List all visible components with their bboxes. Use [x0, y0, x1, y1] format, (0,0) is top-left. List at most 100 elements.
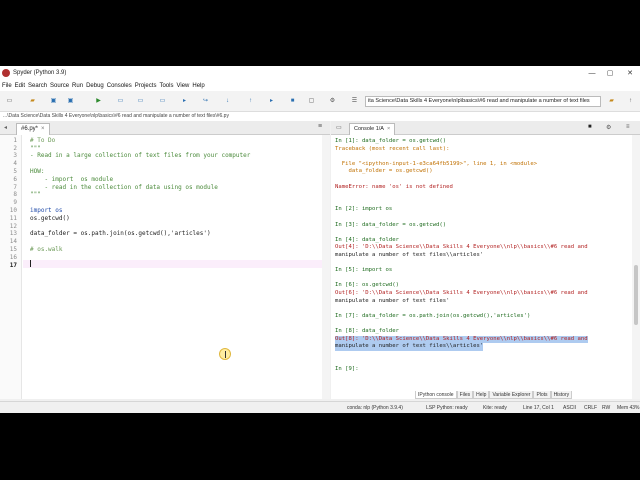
console-line: Traceback (most recent call last): [335, 145, 450, 152]
menu-debug[interactable]: Debug [86, 83, 104, 89]
line-number: 10 [9, 207, 17, 214]
run-selection-icon[interactable]: ▭ [158, 97, 167, 105]
line-number: 14 [9, 238, 17, 246]
line-number: 1 [13, 136, 17, 144]
console-line: In [5]: import os [335, 267, 393, 274]
close-button[interactable]: ✕ [620, 66, 640, 80]
stop-kernel-icon[interactable]: ■ [588, 124, 592, 130]
console-line: In [1]: data_folder = os.getcwd() [335, 138, 447, 144]
continue-icon[interactable]: ▸ [267, 97, 276, 105]
maximize-button[interactable]: ▢ [600, 66, 620, 80]
code-line: """ [30, 191, 41, 199]
maximize-pane-icon[interactable]: ▢ [307, 97, 316, 105]
console-line: In [4]: data_folder [335, 236, 399, 243]
code-line: os.getcwd() [30, 214, 70, 222]
console-line: In [6]: os.getcwd() [335, 282, 399, 289]
code-line: # To Do [30, 136, 56, 144]
save-all-icon[interactable]: ▣ [66, 97, 75, 105]
spyder-logo-icon [2, 69, 10, 77]
title-bar: Spyder (Python 3.9) — ▢ ✕ [0, 66, 640, 80]
ipython-console[interactable]: In [1]: data_folder = os.getcwd() Traceba… [331, 135, 632, 399]
toolbar: ▭ ▰ ▣ ▣ ▶ ▭ ▭ ▭ ▸ ↪ ↓ ↑ ▸ ■ ▢ ⚙ ☰ ita Sc… [0, 91, 640, 112]
new-file-icon[interactable]: ▭ [5, 97, 14, 105]
console-line: manipulate a number of text files\\artic… [335, 343, 484, 351]
menu-view[interactable]: View [176, 83, 189, 89]
editor-tab-strip: ◂ #6.py* × ≡ [0, 121, 330, 135]
browse-tabs-icon[interactable]: ◂ [4, 124, 7, 131]
console-tab-close-icon[interactable]: × [387, 126, 390, 132]
stop-debug-icon[interactable]: ■ [288, 97, 297, 105]
python-path-icon[interactable]: ☰ [350, 97, 359, 105]
console-line: manipulate a number of text files\\artic… [335, 252, 484, 258]
console-pane: ▭ Console 1/A × ■ ⚙ ≡ In [1]: data_folder… [331, 121, 640, 399]
code-editor[interactable]: 1 2 3 4 5 6 7 8 9 10 11 12 13 14 15 16 17 # To Do """ - Re… [0, 135, 330, 399]
run-cell-advance-icon[interactable]: ▭ [136, 97, 145, 105]
options-menu-icon[interactable]: ≡ [318, 123, 322, 130]
menu-search[interactable]: Search [28, 83, 47, 89]
line-number: 4 [13, 160, 17, 168]
tab-file-6py[interactable]: #6.py* × [16, 123, 50, 135]
code-line: HOW: [30, 168, 45, 175]
tab-plots[interactable]: Plots [533, 391, 551, 399]
step-into-icon[interactable]: ↓ [223, 97, 232, 105]
console-options-icon[interactable]: ≡ [626, 124, 630, 130]
menu-help[interactable]: Help [192, 83, 204, 89]
minimize-button[interactable]: — [582, 66, 602, 80]
parent-directory-icon[interactable]: ↑ [626, 97, 635, 105]
code-line: - import os module [30, 175, 114, 183]
menu-projects[interactable]: Projects [135, 83, 157, 89]
console-tab-label: Console 1/A [354, 126, 384, 132]
menu-bar: File Edit Search Source Run Debug Consol… [0, 80, 640, 91]
preferences-icon[interactable]: ⚙ [328, 97, 337, 105]
tab-variable-explorer[interactable]: Variable Explorer [489, 391, 534, 399]
tab-ipython-console[interactable]: IPython console [415, 391, 457, 399]
tab-files[interactable]: Files [456, 391, 474, 399]
menu-source[interactable]: Source [50, 83, 69, 89]
line-number: 6 [13, 175, 17, 183]
tab-console-1a[interactable]: Console 1/A × [349, 123, 396, 135]
browse-directory-icon[interactable]: ▰ [607, 97, 616, 105]
window-title: Spyder (Python 3.9) [13, 70, 67, 76]
line-number: 3 [13, 152, 17, 160]
console-scrollbar-thumb[interactable] [634, 265, 638, 325]
menu-tools[interactable]: Tools [159, 83, 173, 89]
line-number: 17 [9, 261, 17, 269]
menu-consoles[interactable]: Consoles [107, 83, 132, 89]
line-number: 16 [9, 253, 17, 261]
line-number: 12 [9, 222, 17, 230]
console-line: In [2]: import os [335, 206, 393, 213]
tab-label: #6.py* [21, 126, 39, 132]
run-icon[interactable]: ▶ [94, 97, 103, 105]
code-line: # os.walk [30, 246, 63, 253]
debug-icon[interactable]: ▸ [180, 97, 189, 105]
line-number: 15 [9, 246, 17, 253]
console-line: File "<ipython-input-1-e3ca64fb5199>", l… [335, 160, 538, 167]
tab-history[interactable]: History [550, 391, 573, 399]
step-return-icon[interactable]: ↑ [246, 97, 255, 105]
run-cell-icon[interactable]: ▭ [116, 97, 125, 105]
console-line: In [7]: data_folder = os.path.join(os.ge… [335, 312, 531, 319]
save-icon[interactable]: ▣ [49, 97, 58, 105]
editor-pane: ◂ #6.py* × ≡ 1 2 3 4 5 6 7 8 9 10 11 12 13 14 15 16 17 # … [0, 121, 330, 399]
console-tabs-icon[interactable]: ▭ [336, 124, 342, 131]
open-file-icon[interactable]: ▰ [28, 97, 37, 105]
line-number: 7 [13, 183, 17, 191]
menu-run[interactable]: Run [72, 83, 83, 89]
console-line: Out[8]: 'D:\\Data Science\\Data Skills 4… [335, 335, 588, 344]
menu-edit[interactable]: Edit [15, 83, 25, 89]
working-directory-input[interactable]: ita Science\Data Skills 4 Everyone\nlp\b… [365, 96, 601, 107]
tab-close-icon[interactable]: × [41, 126, 45, 132]
console-settings-icon[interactable]: ⚙ [606, 124, 611, 131]
editor-file-path: ...\Data Science\Data Skills 4 Everyone\… [0, 112, 640, 121]
line-number: 5 [13, 168, 17, 175]
menu-file[interactable]: File [2, 83, 12, 89]
step-icon[interactable]: ↪ [201, 97, 210, 105]
console-line: data_folder = os.getcwd() [335, 168, 433, 175]
console-scrollbar[interactable] [632, 135, 640, 399]
editor-scrollbar[interactable] [322, 135, 330, 399]
code-line: - read in the collection of data using o… [30, 183, 218, 191]
console-line: NameError: name 'os' is not defined [335, 183, 453, 190]
tab-help[interactable]: Help [473, 391, 490, 399]
code-line: - Read in a large collection of text fil… [30, 152, 251, 160]
code-line: data_folder = os.path.join(os.getcwd(),'… [30, 230, 211, 238]
